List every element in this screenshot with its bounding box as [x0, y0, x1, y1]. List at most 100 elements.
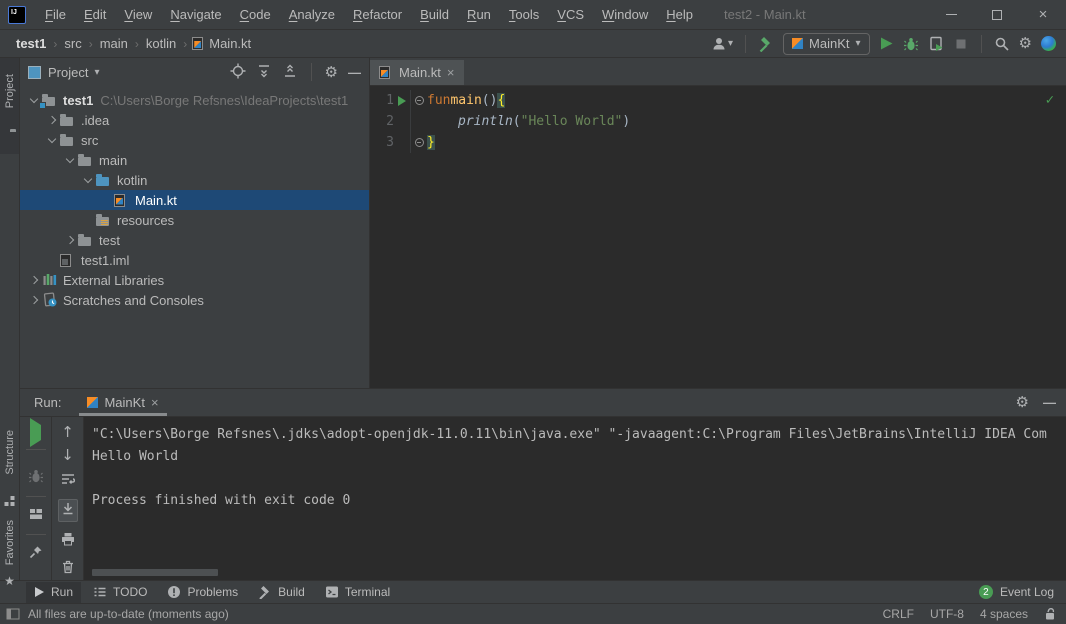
menu-view[interactable]: View [115, 0, 161, 29]
toolwindow-todo-button[interactable]: TODO [85, 582, 155, 603]
toolwindow-event-log-button[interactable]: Event Log [1000, 585, 1054, 599]
chevron-down-icon[interactable] [26, 99, 42, 102]
sidebar-item-project[interactable]: Project [4, 74, 16, 108]
indent-indicator[interactable]: 4 spaces [980, 607, 1028, 621]
code-with-me-users-icon[interactable]: ▾ [712, 36, 733, 52]
breadcrumb-file[interactable]: Main.kt [207, 36, 253, 51]
menu-tools[interactable]: Tools [500, 0, 548, 29]
menu-analyze[interactable]: Analyze [280, 0, 344, 29]
settings-gear-icon[interactable]: ⚙ [1019, 36, 1032, 51]
encoding-indicator[interactable]: UTF-8 [930, 607, 964, 621]
tree-item-main[interactable]: main [20, 150, 369, 170]
pin-tab-icon[interactable] [28, 544, 44, 563]
sidebar-item-structure[interactable]: Structure [4, 430, 16, 475]
run-configuration-select[interactable]: MainKt ▾ [783, 33, 870, 55]
star-icon[interactable]: ★ [4, 574, 15, 588]
chevron-right-icon[interactable] [26, 297, 42, 303]
tree-label: test [99, 233, 120, 248]
up-stacktrace-icon[interactable]: ↑ [61, 425, 74, 439]
close-window-button[interactable]: × [1020, 0, 1066, 30]
scroll-to-end-icon[interactable] [58, 499, 78, 522]
structure-icon[interactable] [4, 495, 15, 510]
tree-item-mainkt[interactable]: Main.kt [20, 190, 369, 210]
menu-code[interactable]: Code [231, 0, 280, 29]
breadcrumb-src[interactable]: src [62, 36, 83, 51]
chevron-down-icon[interactable]: ▾ [94, 67, 99, 78]
tree-item-resources[interactable]: resources [20, 210, 369, 230]
close-tab-icon[interactable]: × [447, 65, 455, 80]
menu-run[interactable]: Run [458, 0, 500, 29]
debug-button[interactable] [903, 36, 919, 52]
clear-console-trash-icon[interactable] [60, 559, 76, 578]
breadcrumb-test1[interactable]: test1 [14, 36, 48, 51]
chevron-right-icon[interactable] [26, 277, 42, 283]
lock-icon[interactable] [1044, 607, 1056, 621]
inspections-ok-check-icon[interactable]: ✓ [1046, 92, 1054, 108]
run-tab-mainkt[interactable]: MainKt × [79, 389, 166, 416]
search-everywhere-icon[interactable] [994, 36, 1010, 52]
menu-vcs[interactable]: VCS [548, 0, 593, 29]
run-line-gutter-icon[interactable] [398, 96, 406, 106]
restore-layout-icon[interactable] [28, 506, 44, 525]
menu-file[interactable]: File [36, 0, 75, 29]
run-with-coverage-button[interactable] [928, 36, 944, 52]
toolwindow-build-button[interactable]: Build [250, 582, 313, 603]
locate-file-icon[interactable] [230, 63, 246, 82]
menu-build[interactable]: Build [411, 0, 458, 29]
down-stacktrace-icon[interactable]: ↓ [61, 448, 74, 462]
tree-item-external-libraries[interactable]: External Libraries [20, 270, 369, 290]
menu-edit[interactable]: Edit [75, 0, 115, 29]
panel-settings-gear-icon[interactable]: ⚙ [325, 65, 338, 80]
menu-refactor[interactable]: Refactor [344, 0, 411, 29]
run-button[interactable] [879, 36, 894, 51]
chevron-right-icon[interactable] [44, 117, 60, 123]
expand-all-icon[interactable] [256, 63, 272, 82]
code-editor[interactable]: 1 fun main() { 2 [370, 86, 1066, 388]
toolwindow-run-button[interactable]: Run [26, 582, 81, 603]
maximize-window-button[interactable] [974, 0, 1020, 30]
tree-item-scratches[interactable]: Scratches and Consoles [20, 290, 369, 310]
print-icon[interactable] [60, 531, 76, 550]
sidebar-item-favorites[interactable]: Favorites [4, 520, 16, 565]
breadcrumb-kotlin[interactable]: kotlin [144, 36, 178, 51]
line-ending-indicator[interactable]: CRLF [883, 607, 914, 621]
tree-item-src[interactable]: src [20, 130, 369, 150]
run-settings-gear-icon[interactable]: ⚙ [1016, 395, 1029, 410]
build-project-hammer-icon[interactable] [758, 36, 774, 52]
chevron-down-icon[interactable] [44, 139, 60, 142]
menu-help[interactable]: Help [657, 0, 702, 29]
fold-region-icon[interactable] [415, 138, 424, 147]
toolwindow-toggle-icon[interactable] [6, 608, 20, 620]
tree-item-test1[interactable]: test1 C:\Users\Borge Refsnes\IdeaProject… [20, 90, 369, 110]
folder-icon [60, 135, 78, 146]
menu-window[interactable]: Window [593, 0, 657, 29]
chevron-down-icon[interactable] [80, 179, 96, 182]
scratches-icon [42, 292, 60, 308]
line-number: 1 [386, 93, 394, 108]
soft-wrap-icon[interactable] [60, 471, 76, 490]
rerun-button[interactable] [30, 425, 41, 440]
menu-navigate[interactable]: Navigate [161, 0, 230, 29]
code-token: () [482, 93, 498, 108]
minimize-window-button[interactable] [928, 0, 974, 30]
fold-region-icon[interactable] [415, 96, 424, 105]
breadcrumb-main[interactable]: main [98, 36, 130, 51]
horizontal-scrollbar[interactable] [92, 569, 218, 576]
hide-panel-icon[interactable]: — [348, 65, 361, 80]
hide-panel-icon[interactable]: — [1043, 395, 1056, 410]
tree-item-test1-iml[interactable]: test1.iml [20, 250, 369, 270]
toolwindow-problems-button[interactable]: Problems [159, 582, 246, 603]
tree-item-idea[interactable]: .idea [20, 110, 369, 130]
tree-item-test[interactable]: test [20, 230, 369, 250]
toolwindow-terminal-button[interactable]: Terminal [317, 582, 398, 603]
chevron-down-icon[interactable] [62, 159, 78, 162]
editor-tab-mainkt[interactable]: Main.kt × [370, 60, 464, 85]
project-panel-title[interactable]: Project [48, 65, 88, 80]
run-console[interactable]: "C:\Users\Borge Refsnes\.jdks\adopt-open… [84, 417, 1066, 580]
tree-item-kotlin[interactable]: kotlin [20, 170, 369, 190]
chevron-right-icon[interactable] [62, 237, 78, 243]
close-tab-icon[interactable]: × [151, 395, 159, 410]
collapse-all-icon[interactable] [282, 63, 298, 82]
gradient-sphere-icon[interactable] [1041, 36, 1056, 51]
console-line: Process finished with exit code 0 [92, 490, 1066, 512]
